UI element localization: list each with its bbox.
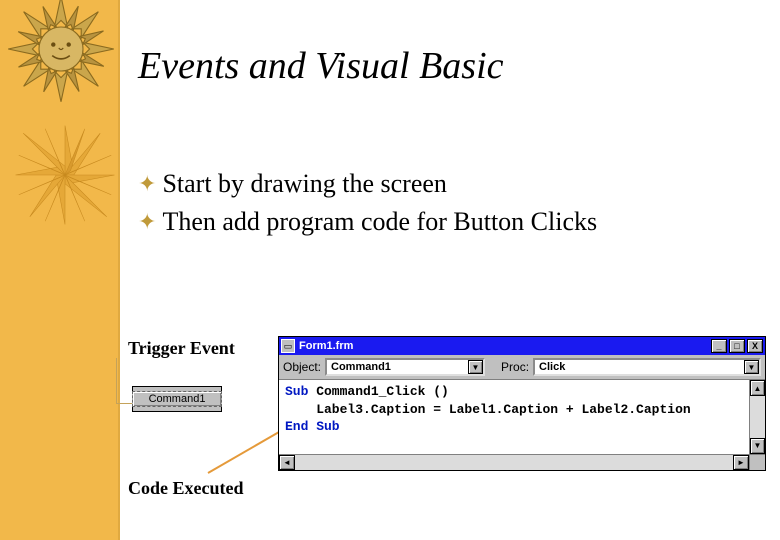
- code-window: ▭ Form1.frm _ □ X Object: Command1 ▼ Pro…: [278, 336, 766, 471]
- code-line: Label3.Caption = Label1.Caption + Label2…: [285, 402, 691, 417]
- window-icon: ▭: [281, 339, 295, 353]
- object-combo-value: Command1: [327, 361, 468, 373]
- code-frag: Command1_Click (): [308, 384, 448, 399]
- bullet-text: Start by drawing the screen: [162, 165, 446, 203]
- close-button[interactable]: X: [747, 339, 763, 353]
- window-title: Form1.frm: [299, 340, 709, 352]
- scroll-right-icon[interactable]: ►: [733, 455, 749, 470]
- slide: Events and Visual Basic ✦ Start by drawi…: [0, 0, 780, 540]
- bullet-item: ✦ Start by drawing the screen: [138, 165, 597, 203]
- maximize-button[interactable]: □: [729, 339, 745, 353]
- minimize-button[interactable]: _: [711, 339, 727, 353]
- slide-title: Events and Visual Basic: [138, 44, 504, 88]
- object-label: Object:: [283, 360, 321, 374]
- keyword: Sub: [285, 384, 308, 399]
- object-combo[interactable]: Command1 ▼: [325, 358, 485, 376]
- trigger-event-label: Trigger Event: [128, 338, 235, 359]
- command1-button[interactable]: Command1: [132, 386, 222, 412]
- keyword: End Sub: [285, 419, 340, 434]
- command1-button-label: Command1: [132, 391, 223, 407]
- code-text[interactable]: Sub Command1_Click () Label3.Caption = L…: [279, 380, 749, 454]
- bullet-text: Then add program code for Button Clicks: [162, 203, 597, 241]
- sun-decoration: [6, 0, 116, 104]
- selector-row: Object: Command1 ▼ Proc: Click ▼: [279, 355, 765, 379]
- bullet-list: ✦ Start by drawing the screen ✦ Then add…: [138, 165, 597, 240]
- titlebar[interactable]: ▭ Form1.frm _ □ X: [279, 337, 765, 355]
- scroll-track[interactable]: [750, 396, 765, 438]
- scroll-left-icon[interactable]: ◄: [279, 455, 295, 470]
- bullet-icon: ✦: [138, 173, 156, 195]
- proc-combo[interactable]: Click ▼: [533, 358, 761, 376]
- proc-label: Proc:: [501, 360, 529, 374]
- chevron-down-icon[interactable]: ▼: [468, 360, 483, 374]
- vertical-scrollbar[interactable]: ▲ ▼: [749, 380, 765, 454]
- code-executed-label: Code Executed: [128, 478, 244, 499]
- bullet-item: ✦ Then add program code for Button Click…: [138, 203, 597, 241]
- scroll-down-icon[interactable]: ▼: [750, 438, 765, 454]
- scroll-track[interactable]: [295, 455, 733, 470]
- horizontal-scrollbar[interactable]: ◄ ►: [279, 454, 765, 470]
- starburst-decoration: [10, 120, 120, 230]
- proc-combo-value: Click: [535, 361, 744, 373]
- scroll-corner: [749, 455, 765, 470]
- scroll-up-icon[interactable]: ▲: [750, 380, 765, 396]
- chevron-down-icon[interactable]: ▼: [744, 360, 759, 374]
- code-area: Sub Command1_Click () Label3.Caption = L…: [279, 379, 765, 454]
- bullet-icon: ✦: [138, 211, 156, 233]
